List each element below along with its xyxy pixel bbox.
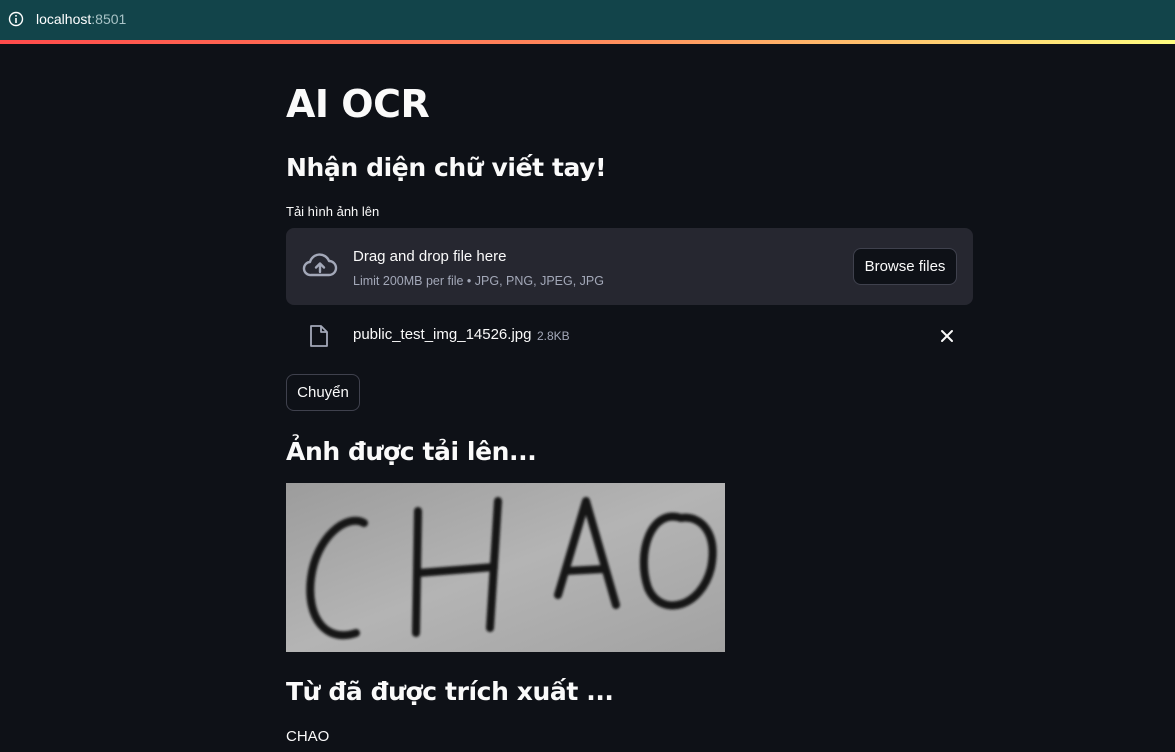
extracted-text-heading: Từ đã được trích xuất ...: [286, 677, 614, 706]
info-icon[interactable]: [8, 11, 24, 27]
page-subtitle: Nhận diện chữ viết tay!: [286, 153, 607, 182]
header-decoration: [0, 40, 1175, 44]
page-title: AI OCR: [286, 82, 430, 126]
url-port: :8501: [91, 11, 127, 27]
file-icon: [310, 325, 328, 347]
dropzone-limits: Limit 200MB per file • JPG, PNG, JPEG, J…: [353, 274, 604, 288]
close-icon[interactable]: [939, 328, 955, 344]
browse-files-button[interactable]: Browse files: [853, 248, 957, 285]
url-field[interactable]: localhost:8501: [36, 11, 126, 27]
file-dropzone[interactable]: Drag and drop file here Limit 200MB per …: [286, 228, 973, 305]
uploaded-file-row: public_test_img_14526.jpg 2.8KB: [286, 316, 973, 356]
url-host: localhost: [36, 11, 92, 27]
dropzone-instructions: Drag and drop file here: [353, 248, 507, 265]
uploaded-image-heading: Ảnh được tải lên...: [286, 437, 537, 466]
convert-button[interactable]: Chuyển: [286, 374, 360, 411]
uploader-label: Tải hình ảnh lên: [286, 204, 380, 219]
file-size: 2.8KB: [537, 329, 570, 343]
file-name: public_test_img_14526.jpg: [353, 326, 532, 343]
extracted-text-result: CHAO: [286, 728, 330, 745]
cloud-upload-icon: [302, 253, 338, 277]
browser-address-bar: localhost:8501: [0, 0, 1175, 40]
uploaded-image-preview: [286, 483, 725, 652]
